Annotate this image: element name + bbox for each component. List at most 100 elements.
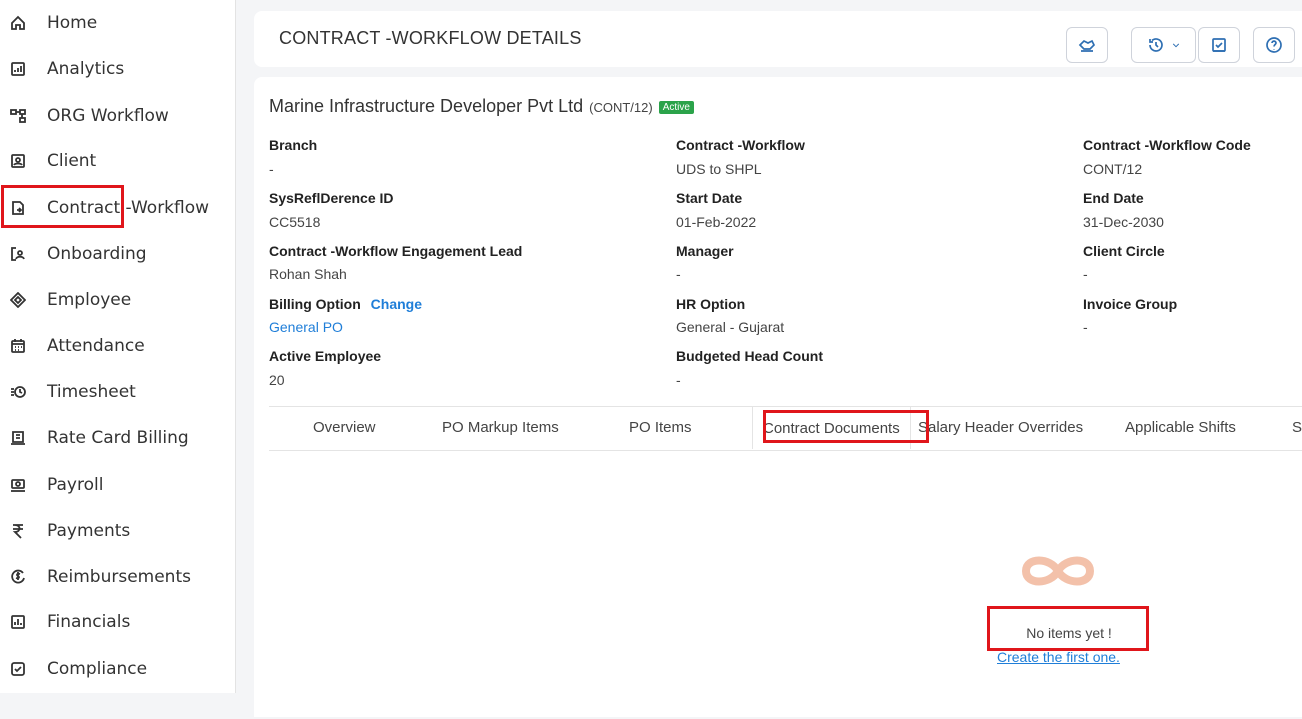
page-header: CONTRACT -WORKFLOW DETAILS	[254, 11, 1302, 67]
timesheet-icon	[9, 383, 27, 401]
branch-label: Branch	[269, 137, 318, 153]
sidebar-item-label: Timesheet	[47, 382, 136, 402]
sidebar-item-employee[interactable]: Employee	[0, 284, 234, 316]
contract-workflow-code-label: Contract -Workflow Code	[1083, 137, 1251, 153]
details-card: Marine Infrastructure Developer Pvt Ltd (…	[254, 77, 1302, 717]
sidebar-item-payroll[interactable]: Payroll	[0, 469, 234, 501]
contract-workflow-value: UDS to SHPL	[676, 161, 762, 177]
sidebar-item-label: ORG Workflow	[47, 106, 169, 126]
invoice-group-value: -	[1083, 319, 1088, 335]
invoice-group-label: Invoice Group	[1083, 296, 1178, 312]
sidebar-item-label: Analytics	[47, 59, 125, 79]
sidebar-item-label: Payroll	[47, 475, 104, 495]
company-name: Marine Infrastructure Developer Pvt Ltd	[269, 96, 584, 116]
calendar-icon	[9, 337, 27, 355]
help-button[interactable]	[1253, 27, 1295, 63]
sidebar-item-label: Compliance	[47, 659, 148, 679]
billing-option-label-text: Billing Option	[269, 296, 361, 312]
tab-po-items[interactable]: PO Items	[629, 419, 692, 436]
tab-contract-documents[interactable]: Contract Documents	[752, 407, 911, 449]
hr-option-label: HR Option	[676, 296, 746, 312]
tab-overview[interactable]: Overview	[313, 419, 376, 436]
sidebar-item-label: Employee	[47, 290, 132, 310]
budgeted-head-count-value: -	[676, 372, 681, 388]
contract-workflow-code-value: CONT/12	[1083, 161, 1143, 177]
sidebar-item-compliance[interactable]: Compliance	[0, 653, 234, 685]
client-circle-label: Client Circle	[1083, 243, 1165, 259]
employee-icon	[9, 291, 27, 309]
checklist-button[interactable]	[1198, 27, 1240, 63]
rate-card-icon	[9, 429, 27, 447]
payroll-icon	[9, 476, 27, 494]
handshake-icon	[1078, 36, 1096, 54]
sidebar-item-attendance[interactable]: Attendance	[0, 330, 234, 362]
sys-ref-id-value: CC5518	[269, 214, 321, 230]
branch-value: -	[269, 161, 274, 177]
tab-salary-header-overrides[interactable]: Salary Header Overrides	[918, 419, 1083, 436]
history-dropdown-button[interactable]	[1131, 27, 1196, 63]
sys-ref-id-label: SysReflDerence ID	[269, 190, 394, 206]
sidebar-item-contract-workflow[interactable]: Contract -Workflow	[0, 192, 234, 224]
tab-applicable-shifts[interactable]: Applicable Shifts	[1125, 419, 1236, 436]
sidebar-item-financials[interactable]: Financials	[0, 606, 234, 638]
engagement-lead-label: Contract -Workflow Engagement Lead	[269, 243, 523, 259]
status-badge: Active	[658, 101, 694, 114]
chevron-down-icon	[1171, 40, 1181, 50]
tab-po-markup-items[interactable]: PO Markup Items	[442, 419, 559, 436]
analytics-icon	[9, 60, 27, 78]
contract-icon	[9, 199, 27, 217]
tab-sal[interactable]: Sal	[1292, 419, 1302, 436]
contract-code: (CONT/12)	[589, 100, 653, 115]
page-title: CONTRACT -WORKFLOW DETAILS	[279, 28, 582, 48]
sidebar-item-payments[interactable]: Payments	[0, 515, 234, 547]
active-employee-label: Active Employee	[269, 348, 382, 364]
billing-option-label: Billing Option Change	[269, 296, 422, 312]
sidebar-item-label: Onboarding	[47, 244, 147, 264]
sidebar-item-label: Rate Card Billing	[47, 428, 189, 448]
onboarding-icon	[9, 245, 27, 263]
end-date-label: End Date	[1083, 190, 1144, 206]
empty-state: No items yet ! Create the first one.	[254, 449, 1302, 719]
manager-value: -	[676, 266, 681, 282]
sidebar-item-label: Reimbursements	[47, 567, 191, 587]
org-workflow-icon	[9, 107, 27, 125]
checklist-icon	[1210, 36, 1228, 54]
hr-option-value: General - Gujarat	[676, 319, 785, 335]
sidebar-item-label: Home	[47, 13, 98, 33]
rupee-icon	[9, 522, 27, 540]
sidebar-item-onboarding[interactable]: Onboarding	[0, 238, 234, 270]
billing-option-value-link[interactable]: General PO	[269, 319, 343, 335]
home-icon	[9, 14, 27, 32]
sidebar-item-label: Financials	[47, 612, 131, 632]
sidebar-item-label: Client	[47, 151, 97, 171]
sidebar-item-reimbursements[interactable]: Reimbursements	[0, 561, 234, 593]
reimbursement-icon	[9, 568, 27, 586]
manager-label: Manager	[676, 243, 734, 259]
sidebar-item-client[interactable]: Client	[0, 145, 234, 177]
sidebar-item-org-workflow[interactable]: ORG Workflow	[0, 100, 234, 132]
company-heading: Marine Infrastructure Developer Pvt Ltd (…	[269, 96, 694, 117]
sidebar-item-label: Attendance	[47, 336, 145, 356]
sidebar-item-label: Payments	[47, 521, 131, 541]
client-icon	[9, 152, 27, 170]
financials-icon	[9, 613, 27, 631]
infinity-icon	[1018, 549, 1098, 593]
sidebar-item-label: Contract -Workflow	[47, 198, 210, 218]
history-icon	[1147, 36, 1165, 54]
billing-option-change-link[interactable]: Change	[371, 296, 422, 312]
active-employee-value: 20	[269, 372, 285, 388]
sidebar-item-timesheet[interactable]: Timesheet	[0, 376, 234, 408]
end-date-value: 31-Dec-2030	[1083, 214, 1164, 230]
start-date-label: Start Date	[676, 190, 743, 206]
sidebar-item-home[interactable]: Home	[0, 7, 234, 39]
empty-message: No items yet !	[1026, 625, 1112, 641]
engagement-lead-value: Rohan Shah	[269, 266, 347, 282]
sidebar-item-analytics[interactable]: Analytics	[0, 53, 234, 85]
client-circle-value: -	[1083, 266, 1088, 282]
sidebar: Home Analytics ORG Workflow Client Contr…	[0, 0, 236, 693]
sidebar-item-rate-card-billing[interactable]: Rate Card Billing	[0, 422, 234, 454]
main-content: CONTRACT -WORKFLOW DETAILS Marine Infras…	[235, 0, 1302, 717]
handshake-button[interactable]	[1066, 27, 1108, 63]
budgeted-head-count-label: Budgeted Head Count	[676, 348, 823, 364]
create-first-link[interactable]: Create the first one.	[997, 649, 1120, 665]
